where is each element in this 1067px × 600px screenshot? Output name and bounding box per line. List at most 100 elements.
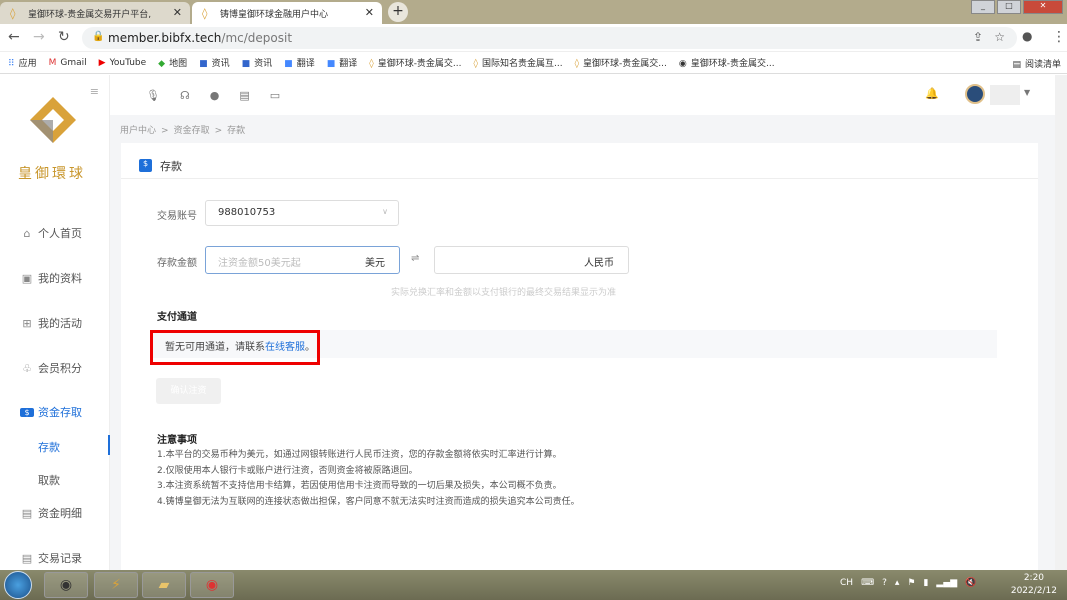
bookmark[interactable]: M Gmail <box>49 58 87 68</box>
bookmark[interactable]: ◊ 皇御环球-贵金属交... <box>369 56 461 69</box>
sidebar-item-label: 我的资料 <box>38 272 82 285</box>
bookmark[interactable]: ⠿ 应用 <box>8 56 37 69</box>
clock-date: 2022/2/12 <box>1010 586 1057 596</box>
bookmark[interactable]: ◊ 皇御环球-贵金属交... <box>575 56 667 69</box>
breadcrumb-item[interactable]: 资金存取 <box>174 126 210 136</box>
help-icon[interactable]: ? <box>882 578 887 588</box>
confirm-deposit-button[interactable]: 确认注资 <box>156 378 221 404</box>
bookmark-label: YouTube <box>109 57 147 68</box>
scrollbar[interactable] <box>1055 75 1067 570</box>
close-tab-icon[interactable]: ✕ <box>365 6 374 19</box>
bookmark[interactable]: ■ 资讯 <box>199 56 230 69</box>
account-select[interactable]: 988010753 ∨ <box>205 200 399 226</box>
bell-icon[interactable]: 🔔 <box>925 87 939 100</box>
close-tab-icon[interactable]: ✕ <box>173 6 182 19</box>
chat-icon[interactable]: ● <box>210 89 220 102</box>
sidebar-item-funds[interactable]: $ 资金存取 <box>20 404 82 420</box>
sidebar-item-profile[interactable]: ▣ 我的资料 <box>20 270 82 286</box>
top-toolbar: 🎙 ☊ ● ▤ ▭ 🔔 ▼ <box>110 75 1055 115</box>
keyboard-icon[interactable]: ⌨ <box>861 578 874 588</box>
bookmark-label: 国际知名贵金属互... <box>481 59 563 69</box>
news-icon: ■ <box>199 59 208 69</box>
cny-amount-input[interactable]: 人民币 <box>434 246 629 274</box>
bookmark-label: 皇御环球-贵金属交... <box>583 59 667 69</box>
headset-icon[interactable]: ☊ <box>180 89 190 102</box>
money-icon: $ <box>20 407 34 417</box>
sidebar-subitem-withdraw[interactable]: 取款 <box>38 472 60 488</box>
bookmark[interactable]: ◊ 国际知名贵金属互... <box>474 56 563 69</box>
deposit-icon: $ <box>139 159 152 172</box>
menu-toggle-icon[interactable]: ≡ <box>90 85 99 98</box>
forward-icon[interactable]: → <box>33 29 45 45</box>
clock[interactable]: 2:20 2022/2/12 <box>1011 572 1057 598</box>
sidebar-item-label: 资金明细 <box>38 507 82 520</box>
taskbar-app-browser-icon[interactable]: ◉ <box>44 572 88 598</box>
sidebar-item-trade-records[interactable]: ▤ 交易记录 <box>20 550 82 566</box>
flag-icon[interactable]: ⚑ <box>907 578 915 588</box>
note-item: 2.仅限使用本人银行卡或账户进行注资，否则资金将被原路退回。 <box>157 465 418 476</box>
page-title: 存款 <box>160 159 182 173</box>
bookmark-label: 皇御环球-贵金属交... <box>690 59 775 69</box>
maximize-button[interactable]: □ <box>997 0 1021 14</box>
site-favicon: ◊ <box>473 59 478 69</box>
sidebar-item-fund-details[interactable]: ▤ 资金明细 <box>20 505 82 521</box>
bookmarks-bar: ⠿ 应用 M Gmail ▶ YouTube ◆ 地图 ■ 资讯 ■ 资讯 ■ 翻译 ■ 翻译 … <box>0 52 1067 74</box>
browser-tab-active[interactable]: ◊ 铸博皇御环球金融用户中心 ✕ <box>192 2 382 24</box>
site-favicon: ◊ <box>369 59 374 69</box>
avatar[interactable] <box>965 84 985 104</box>
bookmark[interactable]: ▶ YouTube <box>99 58 147 68</box>
monitor-icon[interactable]: ▭ <box>270 89 280 102</box>
bookmark[interactable]: ■ 翻译 <box>284 56 315 69</box>
reading-list[interactable]: ▤ 阅读清单 <box>1012 57 1061 70</box>
sidebar-item-points[interactable]: ♧ 会员积分 <box>20 360 82 376</box>
start-button[interactable] <box>4 571 32 599</box>
printer-icon[interactable]: ▤ <box>239 89 249 102</box>
back-icon[interactable]: ← <box>8 29 20 45</box>
bookmark[interactable]: ◉ 皇御环球-贵金属交... <box>679 56 775 69</box>
bookmark[interactable]: ■ 资讯 <box>242 56 273 69</box>
taskbar: ◉ ⚡ ▰ ◉ CH ⌨? ▴ ⚑ ▮ ▂▄▆ 🔇 2:20 2022/2/12 <box>0 570 1067 600</box>
bookmark[interactable]: ◆ 地图 <box>158 56 187 69</box>
logo-text: 皇御環球 <box>18 166 86 182</box>
cny-unit: 人民币 <box>584 258 614 269</box>
volume-muted-icon[interactable]: 🔇 <box>965 578 976 588</box>
site-favicon: ◊ <box>10 7 16 20</box>
news-icon: ■ <box>241 59 251 69</box>
reading-list-icon: ▤ <box>1012 60 1021 70</box>
microphone-icon[interactable]: 🎙 <box>146 89 160 102</box>
usd-amount-input[interactable]: 注资金额50美元起 美元 <box>205 246 400 274</box>
taskbar-folder-icon[interactable]: ▰ <box>142 572 186 598</box>
clock-time: 2:20 <box>1023 573 1045 583</box>
bookmark-label: 地图 <box>169 59 188 69</box>
star-icon[interactable]: ☆ <box>994 30 1005 44</box>
taskbar-chrome-icon[interactable]: ◉ <box>190 572 234 598</box>
bookmark[interactable]: ■ 翻译 <box>327 56 358 69</box>
window-close-button[interactable]: ✕ <box>1023 0 1063 14</box>
sidebar-item-activities[interactable]: ⊞ 我的活动 <box>20 315 82 331</box>
site-favicon: ◊ <box>574 59 580 69</box>
minimize-button[interactable]: _ <box>971 0 995 14</box>
tab-label: 铸博皇御环球金融用户中心 <box>220 10 329 20</box>
url-path: /mc/deposit <box>221 31 293 45</box>
signal-icon[interactable]: ▂▄▆ <box>936 578 957 588</box>
reload-icon[interactable]: ↻ <box>58 29 70 45</box>
translate-icon: ■ <box>326 59 336 69</box>
breadcrumb-item[interactable]: 用户中心 <box>120 126 156 136</box>
chevron-down-icon[interactable]: ▼ <box>1024 88 1030 97</box>
tray-expand-icon[interactable]: ▴ <box>895 578 900 588</box>
taskbar-app-trader-icon[interactable]: ⚡ <box>94 572 138 598</box>
share-icon[interactable]: ⇪ <box>973 30 983 44</box>
url-input[interactable]: 🔒 member.bibfx.tech/mc/deposit ⇪ ☆ <box>82 27 1017 49</box>
language-indicator[interactable]: CH <box>840 578 853 588</box>
chevron-down-icon: ∨ <box>382 207 388 216</box>
power-icon[interactable]: ▮ <box>923 578 928 588</box>
menu-icon[interactable]: ⋮ <box>1052 29 1066 45</box>
browser-tab[interactable]: ◊ 皇御环球-贵金属交易开户平台, ✕ <box>0 2 190 24</box>
sidebar-item-home[interactable]: ⌂ 个人首页 <box>20 225 83 241</box>
profile-icon[interactable]: ● <box>1022 29 1032 43</box>
sidebar-subitem-deposit[interactable]: 存款 <box>38 435 111 455</box>
gift-icon: ⊞ <box>22 316 32 330</box>
new-tab-button[interactable]: + <box>388 2 408 22</box>
points-icon: ♧ <box>22 361 32 375</box>
username[interactable] <box>990 85 1020 105</box>
